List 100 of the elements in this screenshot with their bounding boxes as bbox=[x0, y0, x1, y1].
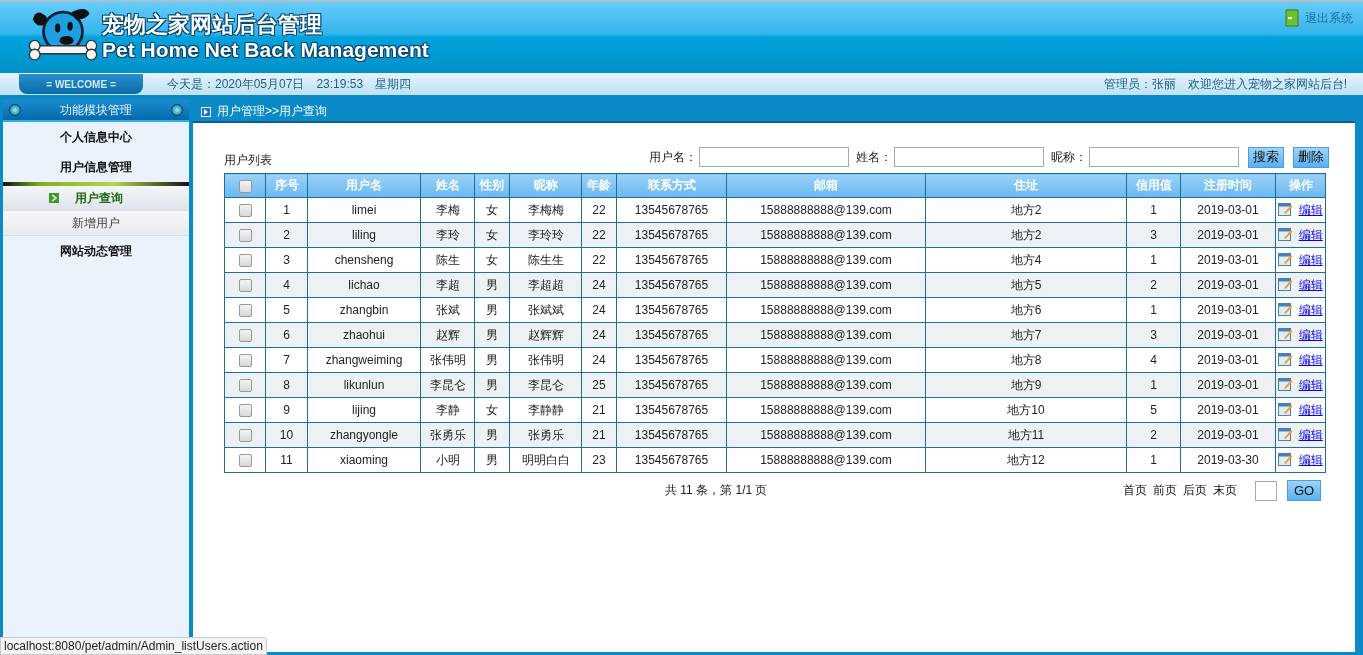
table-cell: 15888888888@139.com bbox=[726, 422, 926, 448]
table-cell: 2019-03-01 bbox=[1180, 272, 1276, 298]
table-cell: 地方10 bbox=[925, 397, 1127, 423]
submenu-item[interactable]: 用户查询 bbox=[3, 186, 189, 211]
sidebar-item[interactable]: 网站动态管理 bbox=[3, 236, 189, 266]
table-cell: 15888888888@139.com bbox=[726, 397, 926, 423]
table-cell: 15888888888@139.com bbox=[726, 222, 926, 248]
table-cell: 15888888888@139.com bbox=[726, 322, 926, 348]
table-cell: 张斌斌 bbox=[509, 297, 582, 323]
table-cell: 22 bbox=[581, 247, 617, 273]
table-cell: liling bbox=[307, 222, 421, 248]
action-button[interactable]: 搜索 bbox=[1248, 146, 1284, 168]
table-cell: 地方8 bbox=[925, 347, 1127, 373]
table-cell: 女 bbox=[474, 197, 510, 223]
chevron-icon bbox=[49, 193, 59, 203]
table-cell: 13545678765 bbox=[616, 222, 727, 248]
table-cell: 23 bbox=[581, 447, 617, 473]
greeting-text: 欢迎您进入宠物之家网站后台! bbox=[1187, 75, 1347, 93]
table-cell: 李梅梅 bbox=[509, 197, 582, 223]
row-checkbox[interactable] bbox=[238, 379, 252, 393]
table-cell: 地方7 bbox=[925, 322, 1127, 348]
column-header: 邮箱 bbox=[726, 173, 926, 198]
table-cell: 2019-03-01 bbox=[1180, 422, 1276, 448]
action-button[interactable]: 删除 bbox=[1293, 146, 1329, 168]
table-cell: 1 bbox=[1126, 247, 1181, 273]
table-cell: 15888888888@139.com bbox=[726, 372, 926, 398]
column-header: 年龄 bbox=[581, 173, 617, 198]
table-cell: 2019-03-01 bbox=[1180, 372, 1276, 398]
search-field[interactable] bbox=[1089, 147, 1239, 167]
row-checkbox[interactable] bbox=[238, 229, 252, 243]
row-checkbox[interactable] bbox=[238, 279, 252, 293]
row-checkbox[interactable] bbox=[238, 304, 252, 318]
table-cell: 1 bbox=[1126, 197, 1181, 223]
notepad-pencil-icon bbox=[1278, 326, 1294, 341]
page-link[interactable]: 后页 bbox=[1183, 482, 1207, 499]
page-link[interactable]: 首页 bbox=[1123, 482, 1147, 499]
table-cell: 张斌 bbox=[420, 297, 475, 323]
page-link[interactable]: 末页 bbox=[1213, 482, 1237, 499]
row-checkbox[interactable] bbox=[238, 254, 252, 268]
table-cell: 男 bbox=[474, 297, 510, 323]
time-text: 23:19:53 bbox=[316, 77, 364, 91]
search-field[interactable] bbox=[699, 147, 849, 167]
table-cell: 2019-03-01 bbox=[1180, 197, 1276, 223]
row-checkbox[interactable] bbox=[238, 204, 252, 218]
row-checkbox[interactable] bbox=[238, 429, 252, 443]
table-cell: 2019-03-01 bbox=[1180, 297, 1276, 323]
page-link[interactable]: 前页 bbox=[1153, 482, 1177, 499]
go-button[interactable]: GO bbox=[1287, 480, 1321, 501]
table-cell: 2019-03-01 bbox=[1180, 222, 1276, 248]
breadcrumb: 用户管理>>用户查询 bbox=[217, 103, 327, 120]
welcome-badge: = WELCOME = bbox=[19, 74, 143, 94]
select-all-checkbox[interactable] bbox=[238, 179, 252, 193]
table-cell: 9 bbox=[265, 397, 308, 423]
table-cell: 13545678765 bbox=[616, 372, 727, 398]
notepad-pencil-icon bbox=[1278, 201, 1294, 216]
row-checkbox[interactable] bbox=[238, 354, 252, 368]
table-cell: 15888888888@139.com bbox=[726, 197, 926, 223]
arrow-icon bbox=[201, 106, 211, 117]
sidebar-item[interactable]: 个人信息中心 bbox=[3, 122, 189, 152]
table-cell: 李静静 bbox=[509, 397, 582, 423]
sidebar-item[interactable]: 用户信息管理 bbox=[3, 152, 189, 182]
table-cell: 1 bbox=[265, 197, 308, 223]
table-cell: 15888888888@139.com bbox=[726, 247, 926, 273]
table-cell: 1 bbox=[1126, 447, 1181, 473]
notepad-pencil-icon bbox=[1278, 351, 1294, 366]
column-header: 联系方式 bbox=[616, 173, 727, 198]
table-cell: 地方4 bbox=[925, 247, 1127, 273]
row-checkbox[interactable] bbox=[238, 404, 252, 418]
bullet-icon bbox=[9, 104, 21, 116]
table-cell: 21 bbox=[581, 397, 617, 423]
notepad-pencil-icon bbox=[1278, 451, 1294, 466]
table-cell: chensheng bbox=[307, 247, 421, 273]
list-title: 用户列表 bbox=[224, 152, 272, 169]
table-cell: 4 bbox=[1126, 347, 1181, 373]
table-cell: likunlun bbox=[307, 372, 421, 398]
notepad-pencil-icon bbox=[1278, 251, 1294, 266]
table-cell: 李梅 bbox=[420, 197, 475, 223]
table-cell: 陈生生 bbox=[509, 247, 582, 273]
table-cell: 地方2 bbox=[925, 197, 1127, 223]
table-cell: 24 bbox=[581, 297, 617, 323]
table-cell: 15888888888@139.com bbox=[726, 347, 926, 373]
column-header: 性别 bbox=[474, 173, 510, 198]
search-field[interactable] bbox=[894, 147, 1044, 167]
door-icon bbox=[1285, 9, 1299, 27]
row-checkbox[interactable] bbox=[238, 329, 252, 343]
notepad-pencil-icon bbox=[1278, 301, 1294, 316]
table-cell: 13545678765 bbox=[616, 247, 727, 273]
table-cell: 2019-03-30 bbox=[1180, 447, 1276, 473]
table-cell: zhangyongle bbox=[307, 422, 421, 448]
page-field[interactable] bbox=[1255, 480, 1277, 501]
submenu-item[interactable]: 新增用户 bbox=[3, 211, 189, 236]
column-header: 住址 bbox=[925, 173, 1127, 198]
table-cell: 地方12 bbox=[925, 447, 1127, 473]
table-cell: 13545678765 bbox=[616, 447, 727, 473]
admin-name: 管理员：张丽 bbox=[1103, 75, 1176, 93]
row-checkbox[interactable] bbox=[238, 454, 252, 468]
table-cell: 地方2 bbox=[925, 222, 1127, 248]
table-cell: xiaoming bbox=[307, 447, 421, 473]
column-header: 昵称 bbox=[509, 173, 582, 198]
table-cell: 李静 bbox=[420, 397, 475, 423]
